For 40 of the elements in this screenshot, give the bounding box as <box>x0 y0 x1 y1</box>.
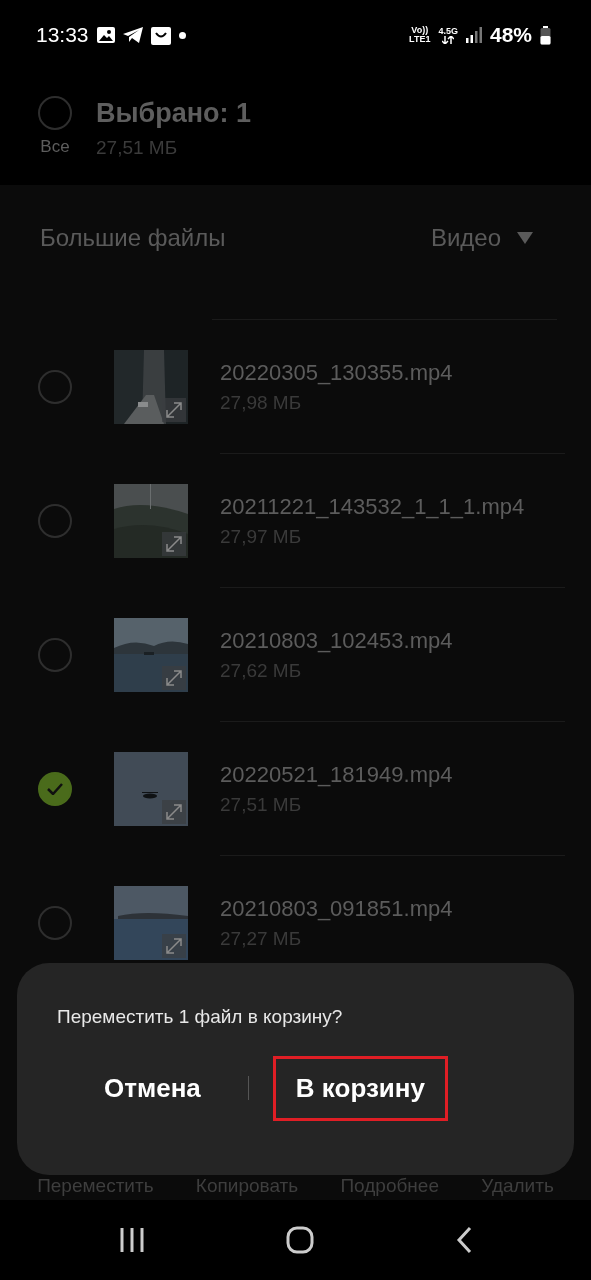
home-icon <box>286 1226 315 1254</box>
file-name: 20211221_143532_1_1_1.mp4 <box>220 492 526 521</box>
data-type-label: 4.5G <box>438 26 458 36</box>
dialog-button[interactable]: Отмена <box>81 1055 224 1121</box>
dialog-message: Переместить 1 файл в корзину? <box>57 1005 344 1029</box>
expand-icon <box>162 398 186 422</box>
expand-icon <box>162 666 186 690</box>
signal-icon <box>465 27 482 43</box>
battery-icon <box>540 25 551 45</box>
filter-dropdown[interactable]: Видео <box>430 219 501 256</box>
back-icon <box>456 1226 473 1254</box>
expand-icon <box>162 934 186 958</box>
battery-percent: 48% <box>489 22 532 49</box>
file-checkbox[interactable] <box>38 370 72 404</box>
shopping-bag-icon <box>150 25 171 45</box>
select-all-label: Все <box>40 135 70 158</box>
status-time: 13:33 <box>36 22 89 49</box>
checkmark-icon <box>47 783 63 795</box>
section-title: Большие файлы <box>40 222 226 253</box>
select-all-checkbox[interactable] <box>38 95 72 130</box>
file-checkbox[interactable] <box>38 906 72 940</box>
expand-icon <box>162 800 186 824</box>
dialog-button[interactable]: В корзину <box>272 1055 448 1121</box>
file-name: 20210803_091851.mp4 <box>220 894 454 923</box>
file-name: 20220521_181949.mp4 <box>220 760 454 789</box>
expand-icon <box>162 532 186 556</box>
network-label: Vo)) <box>411 26 429 35</box>
file-name: 20220305_130355.mp4 <box>220 358 454 387</box>
recent-apps-icon <box>118 1227 145 1253</box>
file-checkbox[interactable] <box>38 638 72 672</box>
selection-title: Выбрано: 1 <box>96 97 252 130</box>
notification-dot-icon <box>178 31 186 39</box>
file-name: 20210803_102453.mp4 <box>220 626 454 655</box>
gallery-icon <box>96 27 115 43</box>
file-checkbox[interactable] <box>38 504 72 538</box>
data-arrows-icon <box>442 35 455 44</box>
network-label: LTE1 <box>409 35 431 44</box>
file-checkbox[interactable] <box>38 772 72 806</box>
dropdown-arrow-icon <box>517 231 533 244</box>
selection-size: 27,51 МБ <box>96 135 179 160</box>
